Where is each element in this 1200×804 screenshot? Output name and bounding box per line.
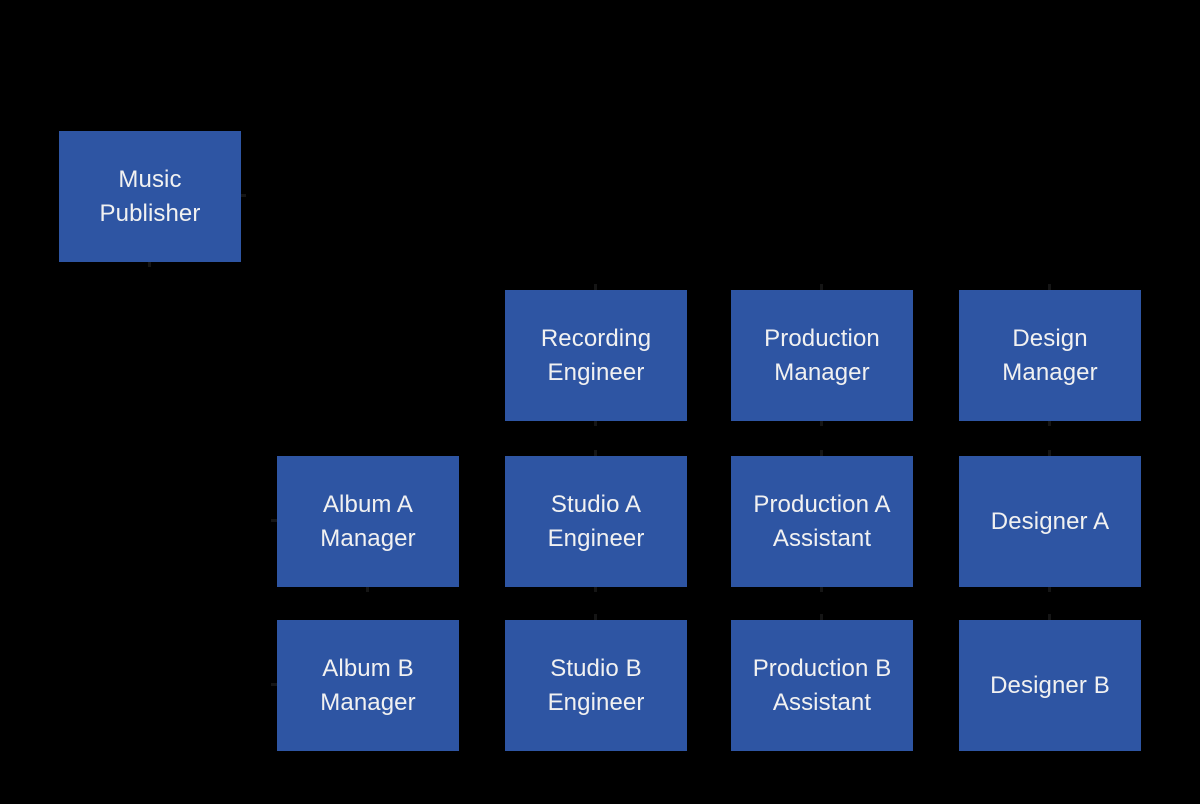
org-node-design-manager[interactable]: Design Manager <box>959 290 1141 421</box>
org-chart-canvas: Music Publisher Recording Engineer Product… <box>0 0 1200 804</box>
org-node-production-b-assistant[interactable]: Production B Assistant <box>731 620 913 751</box>
org-node-recording-engineer[interactable]: Recording Engineer <box>505 290 687 421</box>
org-node-designer-b[interactable]: Designer B <box>959 620 1141 751</box>
org-node-designer-a[interactable]: Designer A <box>959 456 1141 587</box>
org-node-album-a-manager[interactable]: Album A Manager <box>277 456 459 587</box>
org-node-production-a-assistant[interactable]: Production A Assistant <box>731 456 913 587</box>
org-node-studio-a-engineer[interactable]: Studio A Engineer <box>505 456 687 587</box>
org-node-album-b-manager[interactable]: Album B Manager <box>277 620 459 751</box>
org-node-music-publisher[interactable]: Music Publisher <box>59 131 241 262</box>
org-node-studio-b-engineer[interactable]: Studio B Engineer <box>505 620 687 751</box>
org-node-production-manager[interactable]: Production Manager <box>731 290 913 421</box>
